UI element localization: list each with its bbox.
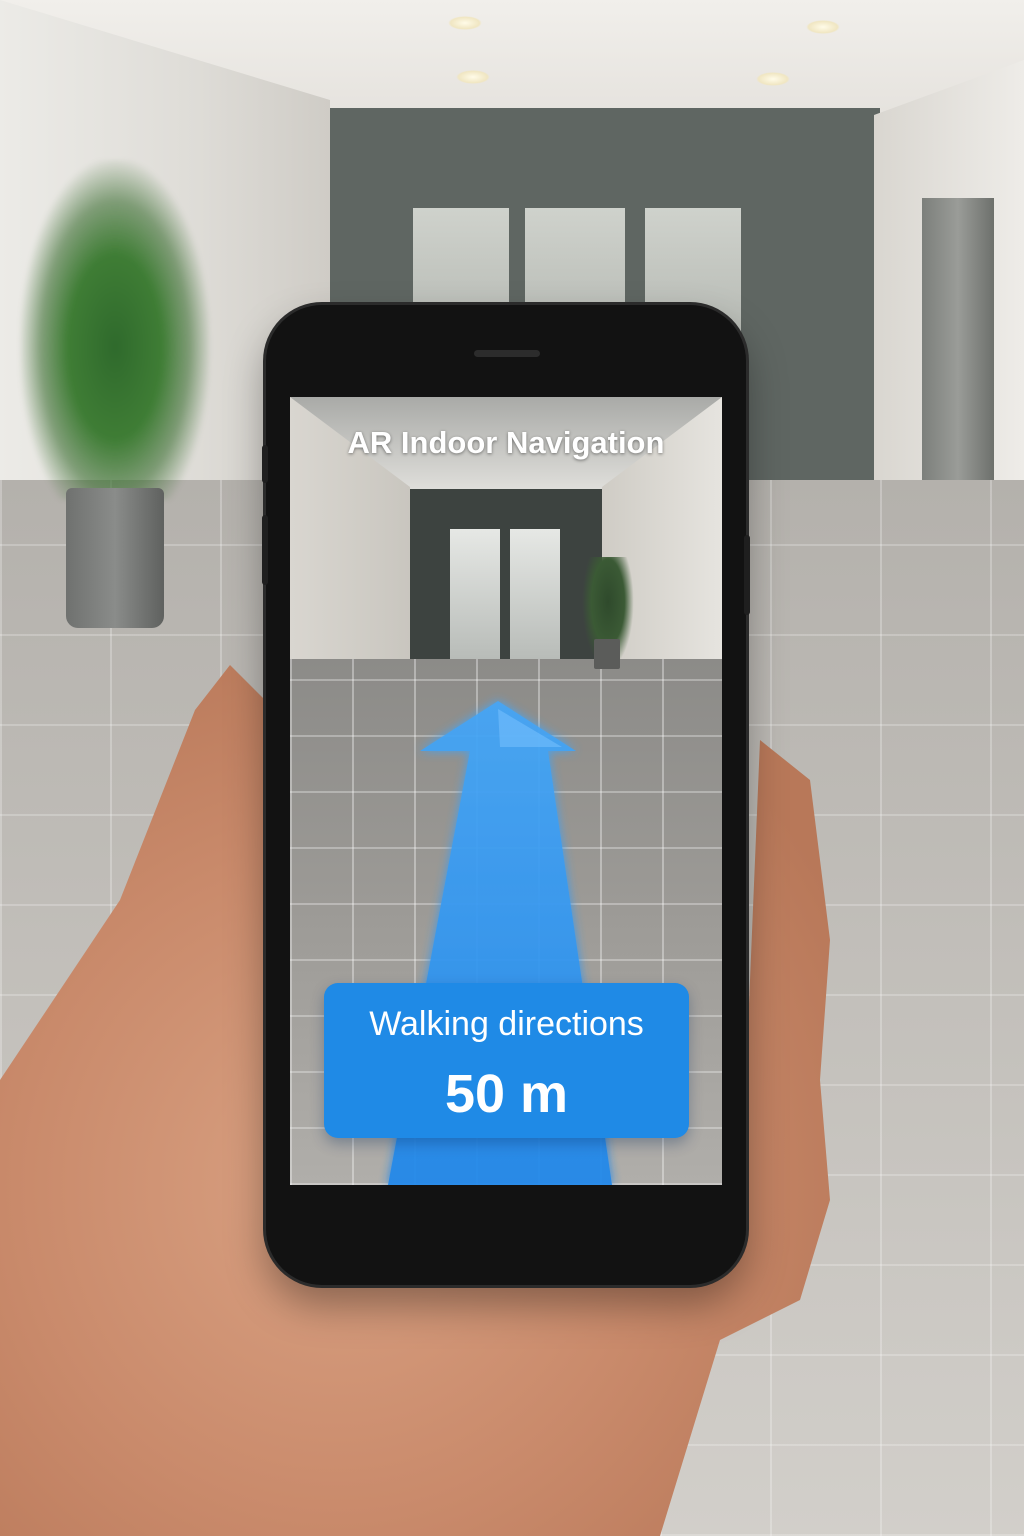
ceiling-light	[456, 70, 490, 84]
ar-camera-view[interactable]: AR Indoor Navigation Walking directions …	[290, 397, 722, 1185]
app-title: AR Indoor Navigation	[347, 425, 665, 460]
ceiling-light	[448, 16, 482, 30]
ceiling-light	[756, 72, 790, 86]
smartphone: AR Indoor Navigation Walking directions …	[262, 305, 750, 1285]
power-button[interactable]	[744, 535, 750, 615]
potted-plant	[20, 160, 210, 500]
phone-speaker	[474, 350, 540, 357]
plant-pot	[66, 488, 164, 628]
ceiling-light	[806, 20, 840, 34]
distance-value: 50 m	[444, 1064, 569, 1124]
directions-card[interactable]: Walking directions 50 m	[324, 983, 689, 1138]
volume-button[interactable]	[262, 445, 268, 483]
volume-button[interactable]	[262, 515, 268, 585]
directions-label: Walking directions	[369, 1005, 644, 1043]
